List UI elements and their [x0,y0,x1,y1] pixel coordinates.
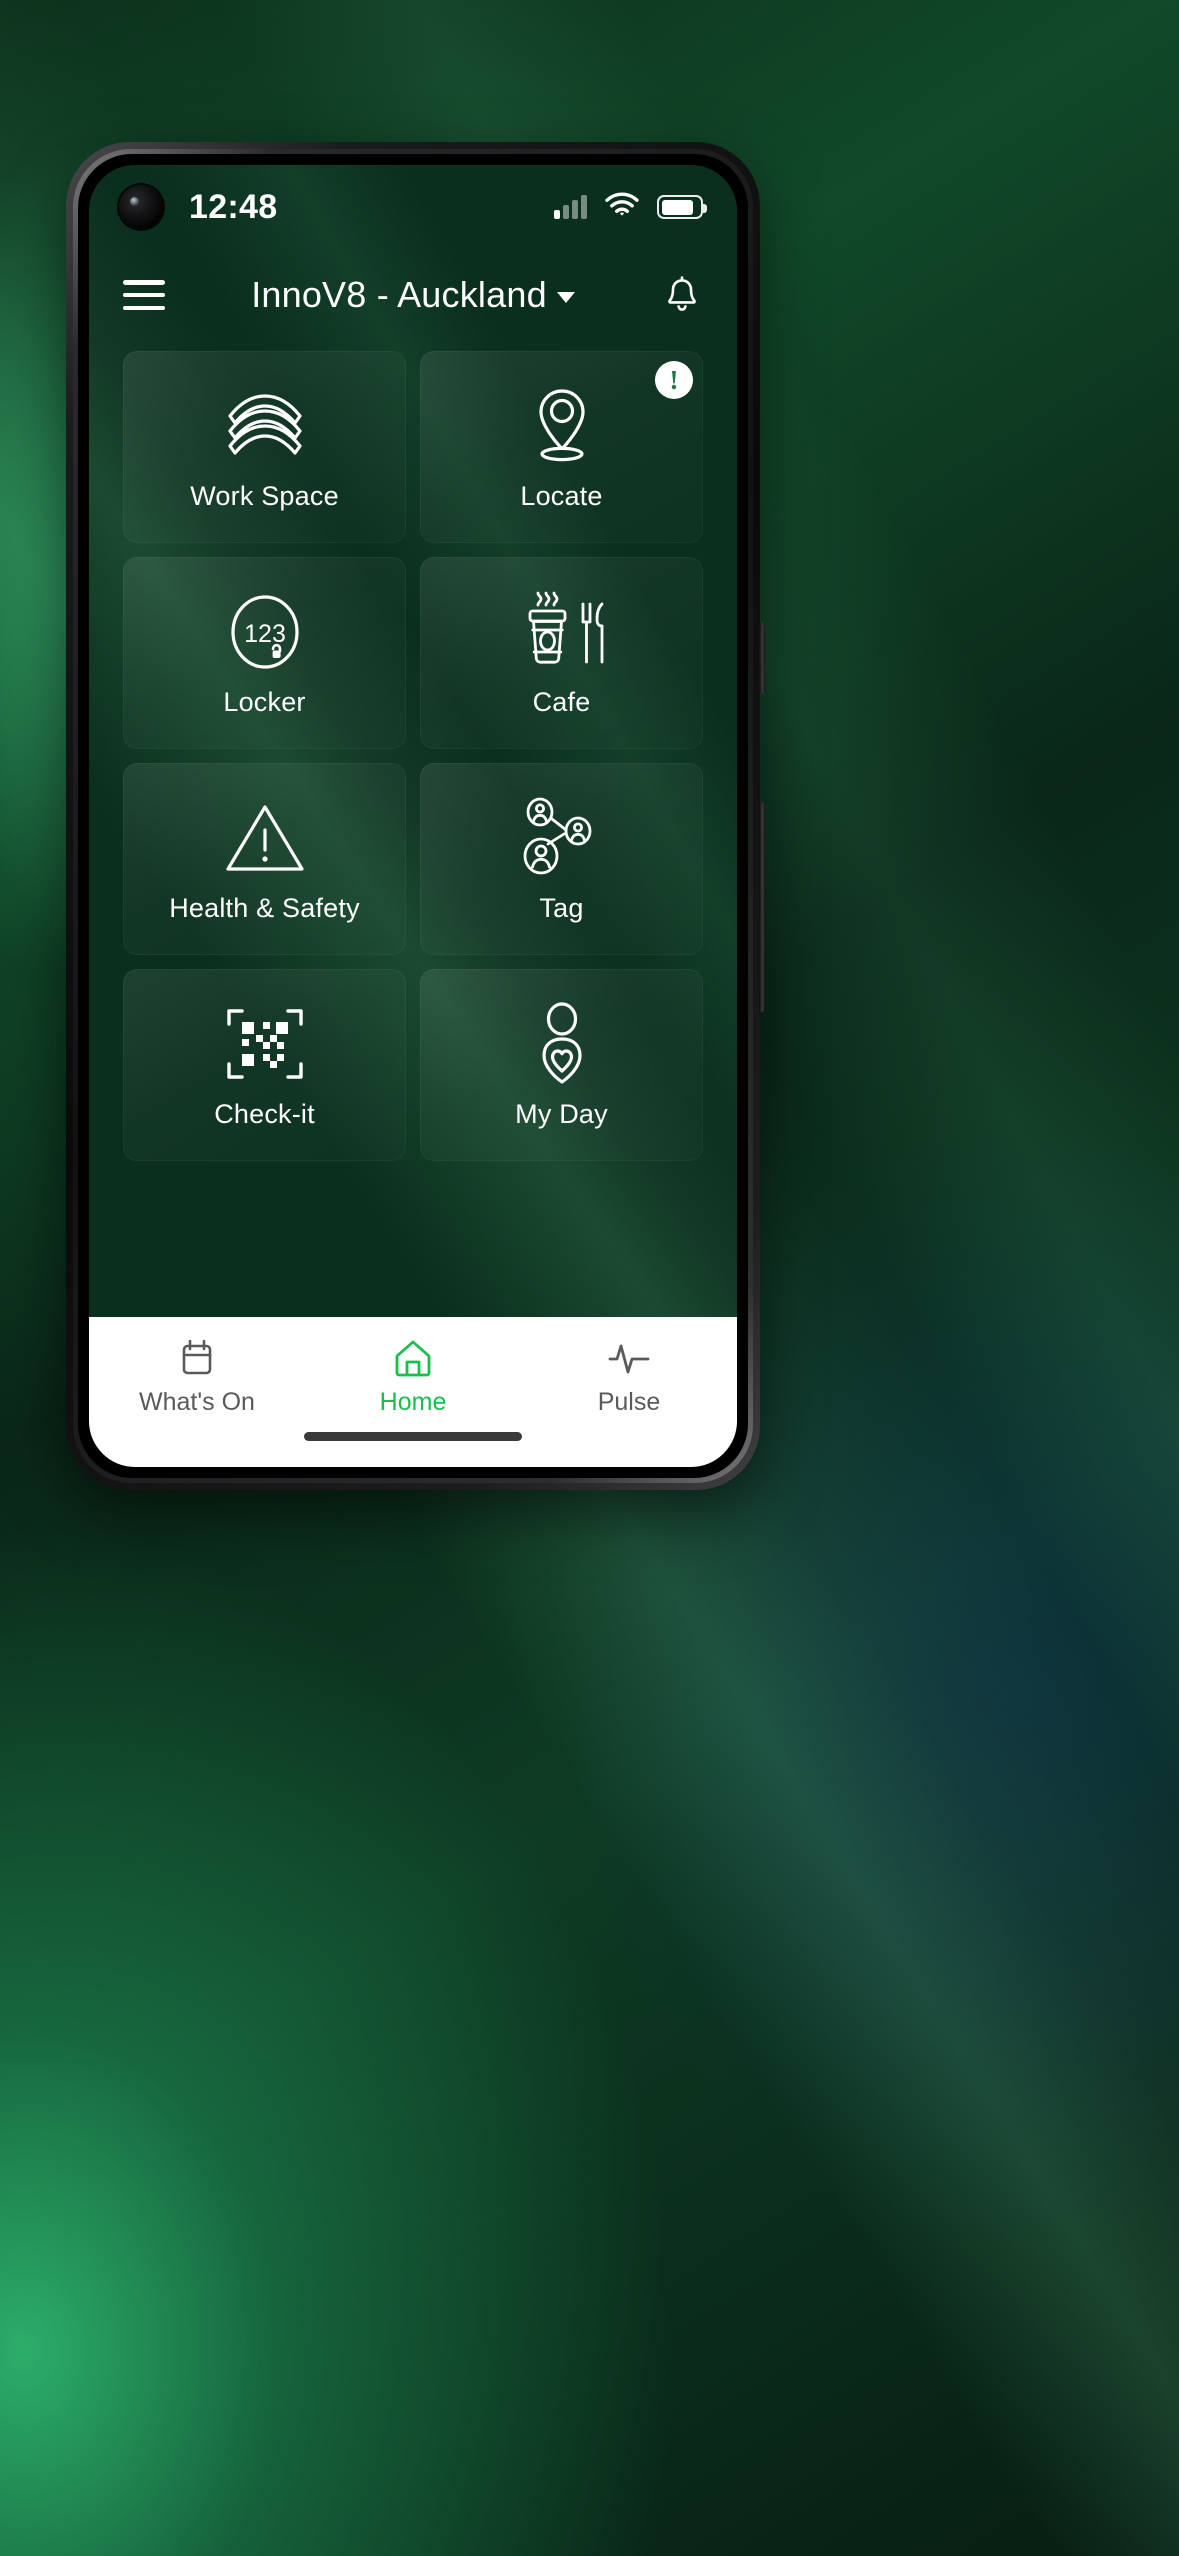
coffee-cutlery-icon [516,589,608,675]
heartbeat-icon [608,1337,650,1379]
power-button[interactable] [759,622,765,694]
status-bar-clock: 12:48 [189,187,278,226]
tile-health-and-safety[interactable]: Health & Safety [123,763,406,955]
tile-locker[interactable]: 123 Locker [123,557,406,749]
nav-item-pulse[interactable]: Pulse [521,1337,737,1417]
tile-label: Check-it [214,1098,315,1129]
app-header: InnoV8 - Auckland [89,249,737,341]
person-heart-icon [527,1001,597,1087]
people-network-icon [520,795,604,881]
nav-label: Home [379,1388,447,1416]
status-bar-icons [554,191,707,223]
battery-icon [657,195,707,219]
svg-text:123: 123 [244,620,286,648]
front-camera-punch-hole [119,185,163,229]
cellular-signal-icon [554,195,587,219]
tile-label: Health & Safety [169,892,360,923]
app-tile-grid: Work Space ! Locate 123 Locker Cafe Heal… [89,341,737,1317]
chevron-down-icon [556,292,575,303]
home-indicator[interactable] [304,1432,522,1441]
status-badge: ! [655,361,693,399]
tile-locate[interactable]: ! Locate [420,351,703,543]
nav-item-home[interactable]: Home [305,1337,521,1417]
calendar-icon [179,1337,215,1379]
warning-triangle-icon [223,795,307,881]
tile-tag[interactable]: Tag [420,763,703,955]
home-icon [393,1337,433,1379]
tile-label: Locker [223,686,306,717]
bottom-navigation-bar: What's On Home Pulse [89,1317,737,1467]
tile-label: Locate [520,480,603,511]
tile-work-space[interactable]: Work Space [123,351,406,543]
bell-icon[interactable] [661,274,703,316]
phone-device: 12:48 InnoV8 - Auckland Work Space ! Loc… [33,142,1145,1490]
status-bar: 12:48 [89,165,737,249]
layers-stack-icon [225,383,305,469]
locker-dial-icon: 123 [226,589,304,675]
tile-my-day[interactable]: My Day [420,969,703,1161]
phone-bezel: 12:48 InnoV8 - Auckland Work Space ! Loc… [73,149,753,1483]
phone-frame: 12:48 InnoV8 - Auckland Work Space ! Loc… [66,142,765,1490]
phone-inner-bezel: 12:48 InnoV8 - Auckland Work Space ! Loc… [78,154,748,1478]
map-pin-icon [530,383,594,469]
tile-label: Work Space [190,480,339,511]
hamburger-menu-icon[interactable] [123,280,165,310]
nav-label: Pulse [597,1388,661,1416]
tile-label: My Day [515,1098,608,1129]
nav-label: What's On [139,1388,255,1416]
phone-screen: 12:48 InnoV8 - Auckland Work Space ! Loc… [89,165,737,1467]
qr-scan-icon [225,1001,305,1087]
location-selector[interactable]: InnoV8 - Auckland [165,274,661,316]
wifi-icon [605,191,639,223]
nav-item-whats-on[interactable]: What's On [89,1337,305,1417]
tile-check-it[interactable]: Check-it [123,969,406,1161]
tile-cafe[interactable]: Cafe [420,557,703,749]
tile-label: Tag [539,892,584,923]
tile-label: Cafe [532,686,591,717]
page-title: InnoV8 - Auckland [251,274,547,315]
volume-button[interactable] [759,802,765,1012]
